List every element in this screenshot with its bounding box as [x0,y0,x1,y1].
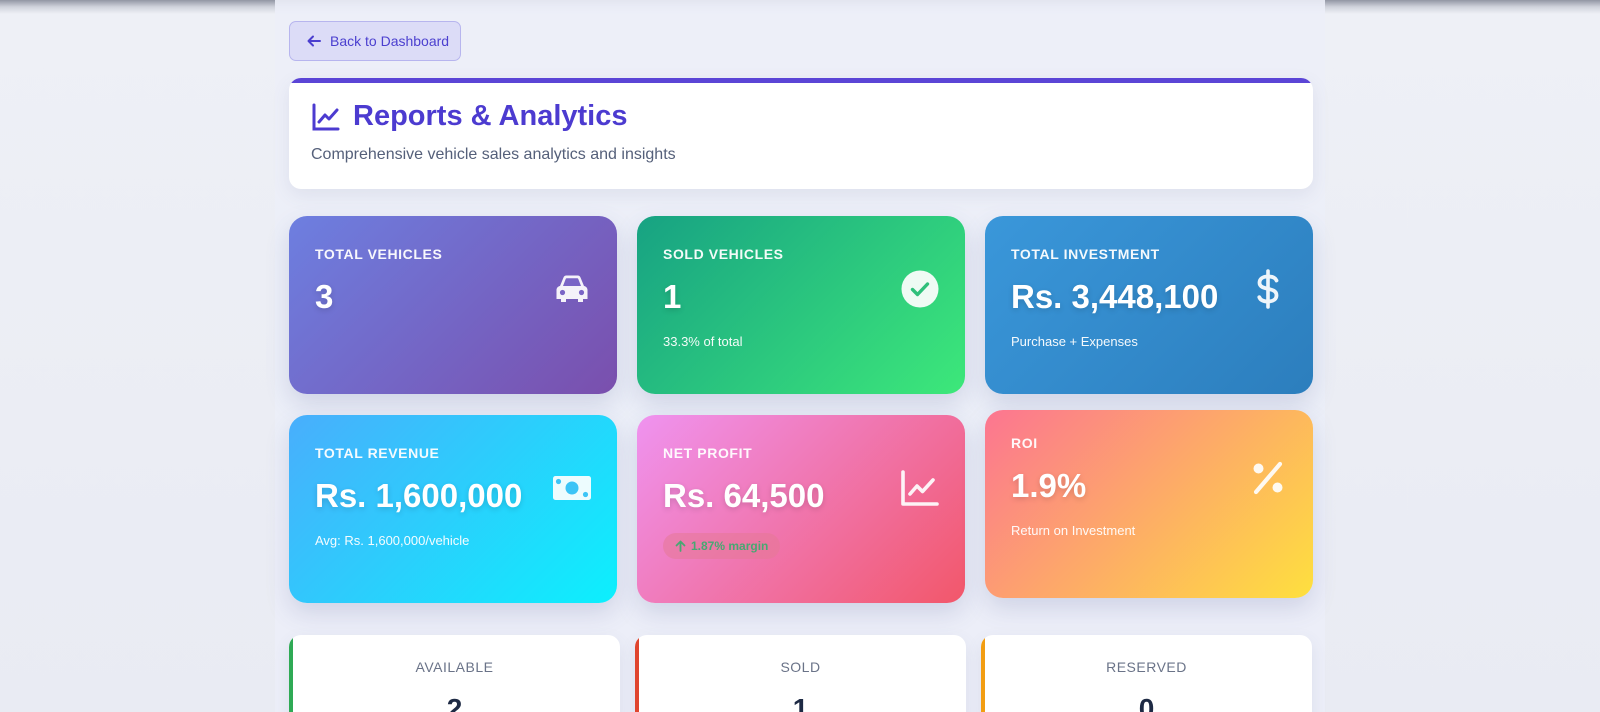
arrow-up-icon [675,540,686,552]
back-to-dashboard-button[interactable]: Back to Dashboard [289,21,461,61]
stat-card-total-revenue: TOTAL REVENUE Rs. 1,600,000 Avg: Rs. 1,6… [289,415,617,603]
page-title: Reports & Analytics [311,100,628,133]
back-button-label: Back to Dashboard [330,33,450,49]
status-label: AVAILABLE [415,659,494,675]
arrow-left-icon [307,35,321,47]
profit-margin-text: 1.87% margin [691,539,769,553]
stat-note: 33.3% of total [663,334,743,349]
stat-value: 1 [663,278,682,315]
stat-label: TOTAL REVENUE [315,445,440,461]
stat-note: Purchase + Expenses [1011,334,1138,349]
stat-note: Return on Investment [1011,523,1136,538]
page-subtitle: Comprehensive vehicle sales analytics an… [311,146,676,163]
page-header-card: Reports & Analytics Comprehensive vehicl… [289,78,1313,189]
status-card-sold: SOLD 1 [635,635,966,712]
stat-card-sold-vehicles: SOLD VEHICLES 1 33.3% of total [637,216,965,394]
car-icon [556,275,588,302]
stat-note: Avg: Rs. 1,600,000/vehicle [315,533,470,548]
status-count: 1 [792,693,809,712]
profit-margin-badge: 1.87% margin [663,533,781,559]
stat-label: NET PROFIT [663,445,753,461]
stat-label: TOTAL VEHICLES [315,246,443,262]
stat-value: 1.9% [1011,467,1087,504]
stat-value: Rs. 3,448,100 [1011,278,1219,315]
stat-value: Rs. 1,600,000 [315,477,523,514]
stat-card-total-vehicles: TOTAL VEHICLES 3 [289,216,617,394]
chart-line-icon [312,103,340,130]
stat-value: 3 [315,278,334,315]
money-bill-icon [553,476,591,500]
dollar-icon [1257,269,1279,309]
stat-label: ROI [1011,435,1038,451]
status-card-reserved: RESERVED 0 [981,635,1312,712]
page-title-text: Reports & Analytics [353,100,628,132]
stat-label: SOLD VEHICLES [663,246,784,262]
stat-label: TOTAL INVESTMENT [1011,246,1160,262]
stat-card-total-investment: TOTAL INVESTMENT Rs. 3,448,100 Purchase … [985,216,1313,394]
stat-value: Rs. 64,500 [663,477,825,514]
status-label: RESERVED [1106,659,1187,675]
check-circle-icon [901,270,939,308]
status-card-available: AVAILABLE 2 [289,635,620,712]
chart-line-icon [901,470,939,506]
status-label: SOLD [780,659,821,675]
stat-card-roi: ROI 1.9% Return on Investment [985,410,1313,598]
header-accent-bar [289,78,1313,83]
status-count: 0 [1138,693,1155,712]
percent-icon [1253,461,1283,495]
stat-card-net-profit: NET PROFIT Rs. 64,500 1.87% margin [637,415,965,603]
status-count: 2 [446,693,463,712]
